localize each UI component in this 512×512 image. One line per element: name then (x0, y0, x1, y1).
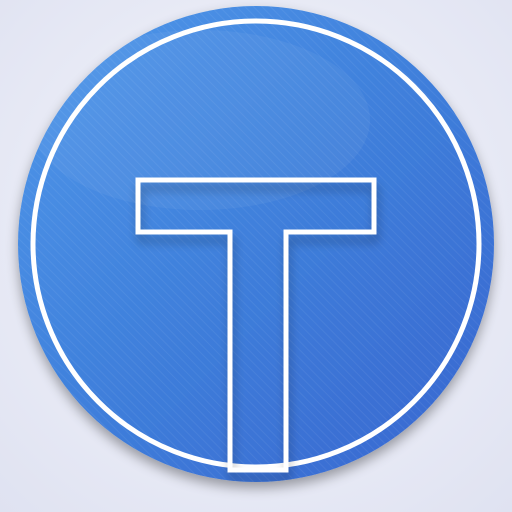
letter-t-app-icon[interactable] (0, 0, 512, 512)
disc-sheen (30, 30, 370, 210)
icon-canvas (0, 0, 512, 512)
